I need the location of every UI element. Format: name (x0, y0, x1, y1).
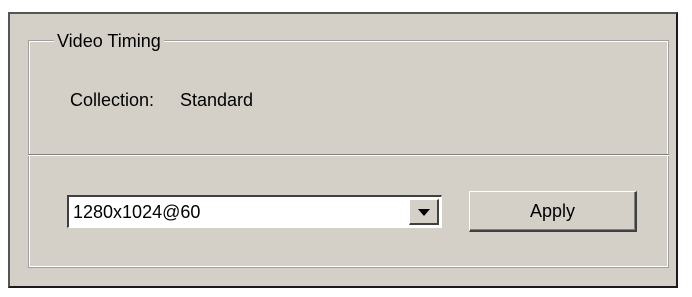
apply-button[interactable]: Apply (469, 191, 637, 232)
video-timing-select[interactable]: 1280x1024@60 (67, 195, 442, 228)
group-title: Video Timing (54, 30, 164, 52)
collection-value: Standard (180, 90, 254, 110)
dropdown-button[interactable] (409, 199, 439, 225)
divider (28, 154, 669, 156)
chevron-down-icon (418, 209, 430, 216)
collection-label: Collection: (70, 90, 155, 110)
video-timing-select-value: 1280x1024@60 (73, 202, 201, 222)
